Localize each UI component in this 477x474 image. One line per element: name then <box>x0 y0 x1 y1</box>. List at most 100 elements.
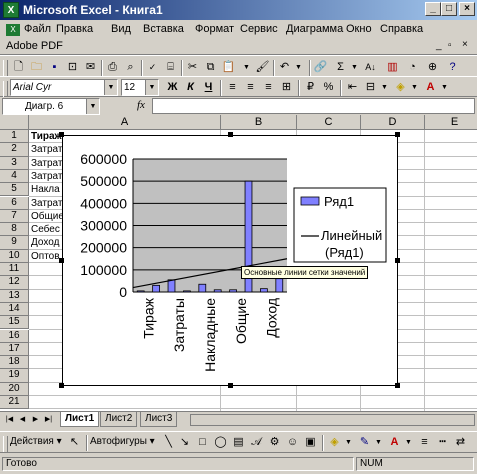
y-tick-label[interactable]: 400000 <box>80 195 127 211</box>
formula-input[interactable] <box>152 98 475 114</box>
resize-handle-nw[interactable] <box>59 132 64 137</box>
paste-dropdown-icon[interactable]: ▼ <box>238 59 255 76</box>
cell-a5[interactable]: Накла <box>31 183 60 197</box>
diagram-icon[interactable]: ⚙ <box>266 434 283 451</box>
font-size-combo[interactable]: 12 ▼ <box>121 79 159 96</box>
sheet-tab-1[interactable]: Лист1 <box>60 412 100 427</box>
x-tick-label[interactable]: Тираж <box>140 297 156 338</box>
picture-icon[interactable]: ▣ <box>302 434 319 451</box>
column-header-c[interactable]: C <box>297 115 361 130</box>
cell-a8[interactable]: Себес <box>31 223 60 237</box>
row-header[interactable]: 1 <box>0 130 29 144</box>
menu-help[interactable]: Справка <box>380 23 423 35</box>
y-tick-label[interactable]: 0 <box>119 284 127 300</box>
row-header[interactable]: 5 <box>0 183 29 197</box>
currency-icon[interactable]: ₽ <box>302 79 319 96</box>
column-header-a[interactable]: A <box>29 115 221 130</box>
underline-button[interactable]: Ч <box>200 79 217 96</box>
bar[interactable] <box>167 279 176 293</box>
legend-swatch-bar[interactable] <box>300 196 320 206</box>
sheet-tab-3[interactable]: Лист3 <box>140 412 178 427</box>
doc-minimize-icon[interactable]: _ <box>436 40 442 51</box>
line-style-icon[interactable]: ≡ <box>416 434 433 451</box>
autoshapes-menu[interactable]: Автофигуры ▾ <box>90 436 155 447</box>
email-icon[interactable]: ✉ <box>82 59 99 76</box>
copy-icon[interactable]: ⧉ <box>202 59 219 76</box>
toolbar-grip[interactable] <box>3 60 8 76</box>
bar[interactable] <box>198 283 207 293</box>
column-header-e[interactable]: E <box>425 115 477 130</box>
row-header[interactable]: 10 <box>0 249 29 263</box>
cell-a6[interactable]: Затрат <box>31 197 62 211</box>
cell-a3[interactable]: Затрат <box>31 157 62 171</box>
resize-handle-n[interactable] <box>228 132 233 137</box>
resize-handle-ne[interactable] <box>395 132 400 137</box>
chevron-down-icon[interactable]: ▼ <box>86 99 99 114</box>
row-header[interactable]: 18 <box>0 356 29 370</box>
menu-chart[interactable]: Диаграмма <box>286 23 343 35</box>
dash-style-icon[interactable]: ┅ <box>434 434 451 451</box>
column-header-b[interactable]: B <box>221 115 297 130</box>
y-tick-label[interactable]: 200000 <box>80 240 127 256</box>
align-left-icon[interactable]: ≡ <box>224 79 241 96</box>
rectangle-icon[interactable]: □ <box>194 434 211 451</box>
row-header[interactable]: 3 <box>0 156 29 170</box>
merge-center-icon[interactable]: ⊞ <box>278 79 295 96</box>
bold-button[interactable]: Ж <box>164 79 181 96</box>
sheet-tab-2[interactable]: Лист2 <box>100 412 138 427</box>
menu-tools[interactable]: Сервис <box>240 23 278 35</box>
cut-icon[interactable]: ✂ <box>184 59 201 76</box>
menu-insert[interactable]: Вставка <box>143 23 184 35</box>
y-tick-label[interactable]: 300000 <box>80 218 127 234</box>
draw-actions-menu[interactable]: Действия ▾ <box>10 436 62 447</box>
italic-button[interactable]: К <box>182 79 199 96</box>
print-preview-icon[interactable]: ⌕ <box>122 59 139 76</box>
x-tick-label[interactable]: Доход <box>264 298 280 338</box>
font-combo[interactable]: Arial Cyr ▼ <box>10 79 118 96</box>
help-icon[interactable]: ? <box>444 59 461 76</box>
percent-icon[interactable]: % <box>320 79 337 96</box>
workbook-icon[interactable]: X <box>6 24 20 36</box>
x-tick-label[interactable]: Общие <box>233 298 249 344</box>
chevron-down-icon[interactable]: ▼ <box>104 80 117 95</box>
textbox-icon[interactable]: ▤ <box>230 434 247 451</box>
cell-a2[interactable]: Затрат <box>31 143 62 157</box>
row-header[interactable]: 17 <box>0 342 29 357</box>
resize-handle-sw[interactable] <box>59 383 64 388</box>
name-box[interactable]: Диагр. 6 ▼ <box>2 98 100 115</box>
toolbar-grip-formatting[interactable] <box>3 81 8 97</box>
x-tick-label[interactable]: Накладные <box>202 298 218 372</box>
bar[interactable] <box>183 290 191 293</box>
bar[interactable] <box>260 288 268 293</box>
select-all-corner[interactable] <box>0 115 29 130</box>
menu-edit[interactable]: Правка <box>56 23 93 35</box>
align-center-icon[interactable]: ≡ <box>242 79 259 96</box>
row-header[interactable]: 7 <box>0 209 29 224</box>
menu-format[interactable]: Формат <box>195 23 234 35</box>
menu-adobe-pdf[interactable]: Adobe PDF <box>6 40 63 52</box>
hyperlink-icon[interactable]: 🔗 <box>312 59 329 76</box>
row-header[interactable]: 13 <box>0 289 29 303</box>
sort-ascending-icon[interactable]: A↓ <box>362 59 379 76</box>
close-icon[interactable]: × <box>459 2 475 16</box>
paste-icon[interactable]: 📋 <box>220 59 237 76</box>
row-header[interactable]: 15 <box>0 316 29 330</box>
cell-a10[interactable]: Оптов <box>31 250 60 264</box>
row-header[interactable]: 12 <box>0 276 29 290</box>
row-header[interactable]: 21 <box>0 396 29 410</box>
x-tick-label[interactable]: Затраты <box>171 298 187 352</box>
minimize-icon[interactable]: _ <box>425 2 441 16</box>
zoom-icon[interactable]: ⊕ <box>424 59 441 76</box>
y-tick-label[interactable]: 600000 <box>80 151 127 167</box>
borders-dropdown-icon[interactable]: ▼ <box>376 79 393 96</box>
undo-dropdown-icon[interactable]: ▼ <box>290 59 307 76</box>
first-sheet-icon[interactable]: |◀ <box>4 414 15 425</box>
format-painter-icon[interactable]: 🖌 <box>254 59 271 76</box>
cell-a7[interactable]: Общие <box>31 210 64 224</box>
menu-window[interactable]: Окно <box>346 23 372 35</box>
spelling-icon[interactable]: ✓ <box>144 59 161 76</box>
row-header[interactable]: 6 <box>0 196 29 210</box>
wordart-icon[interactable]: 𝒜 <box>248 434 265 451</box>
row-header[interactable]: 8 <box>0 223 29 237</box>
row-header[interactable]: 9 <box>0 236 29 250</box>
